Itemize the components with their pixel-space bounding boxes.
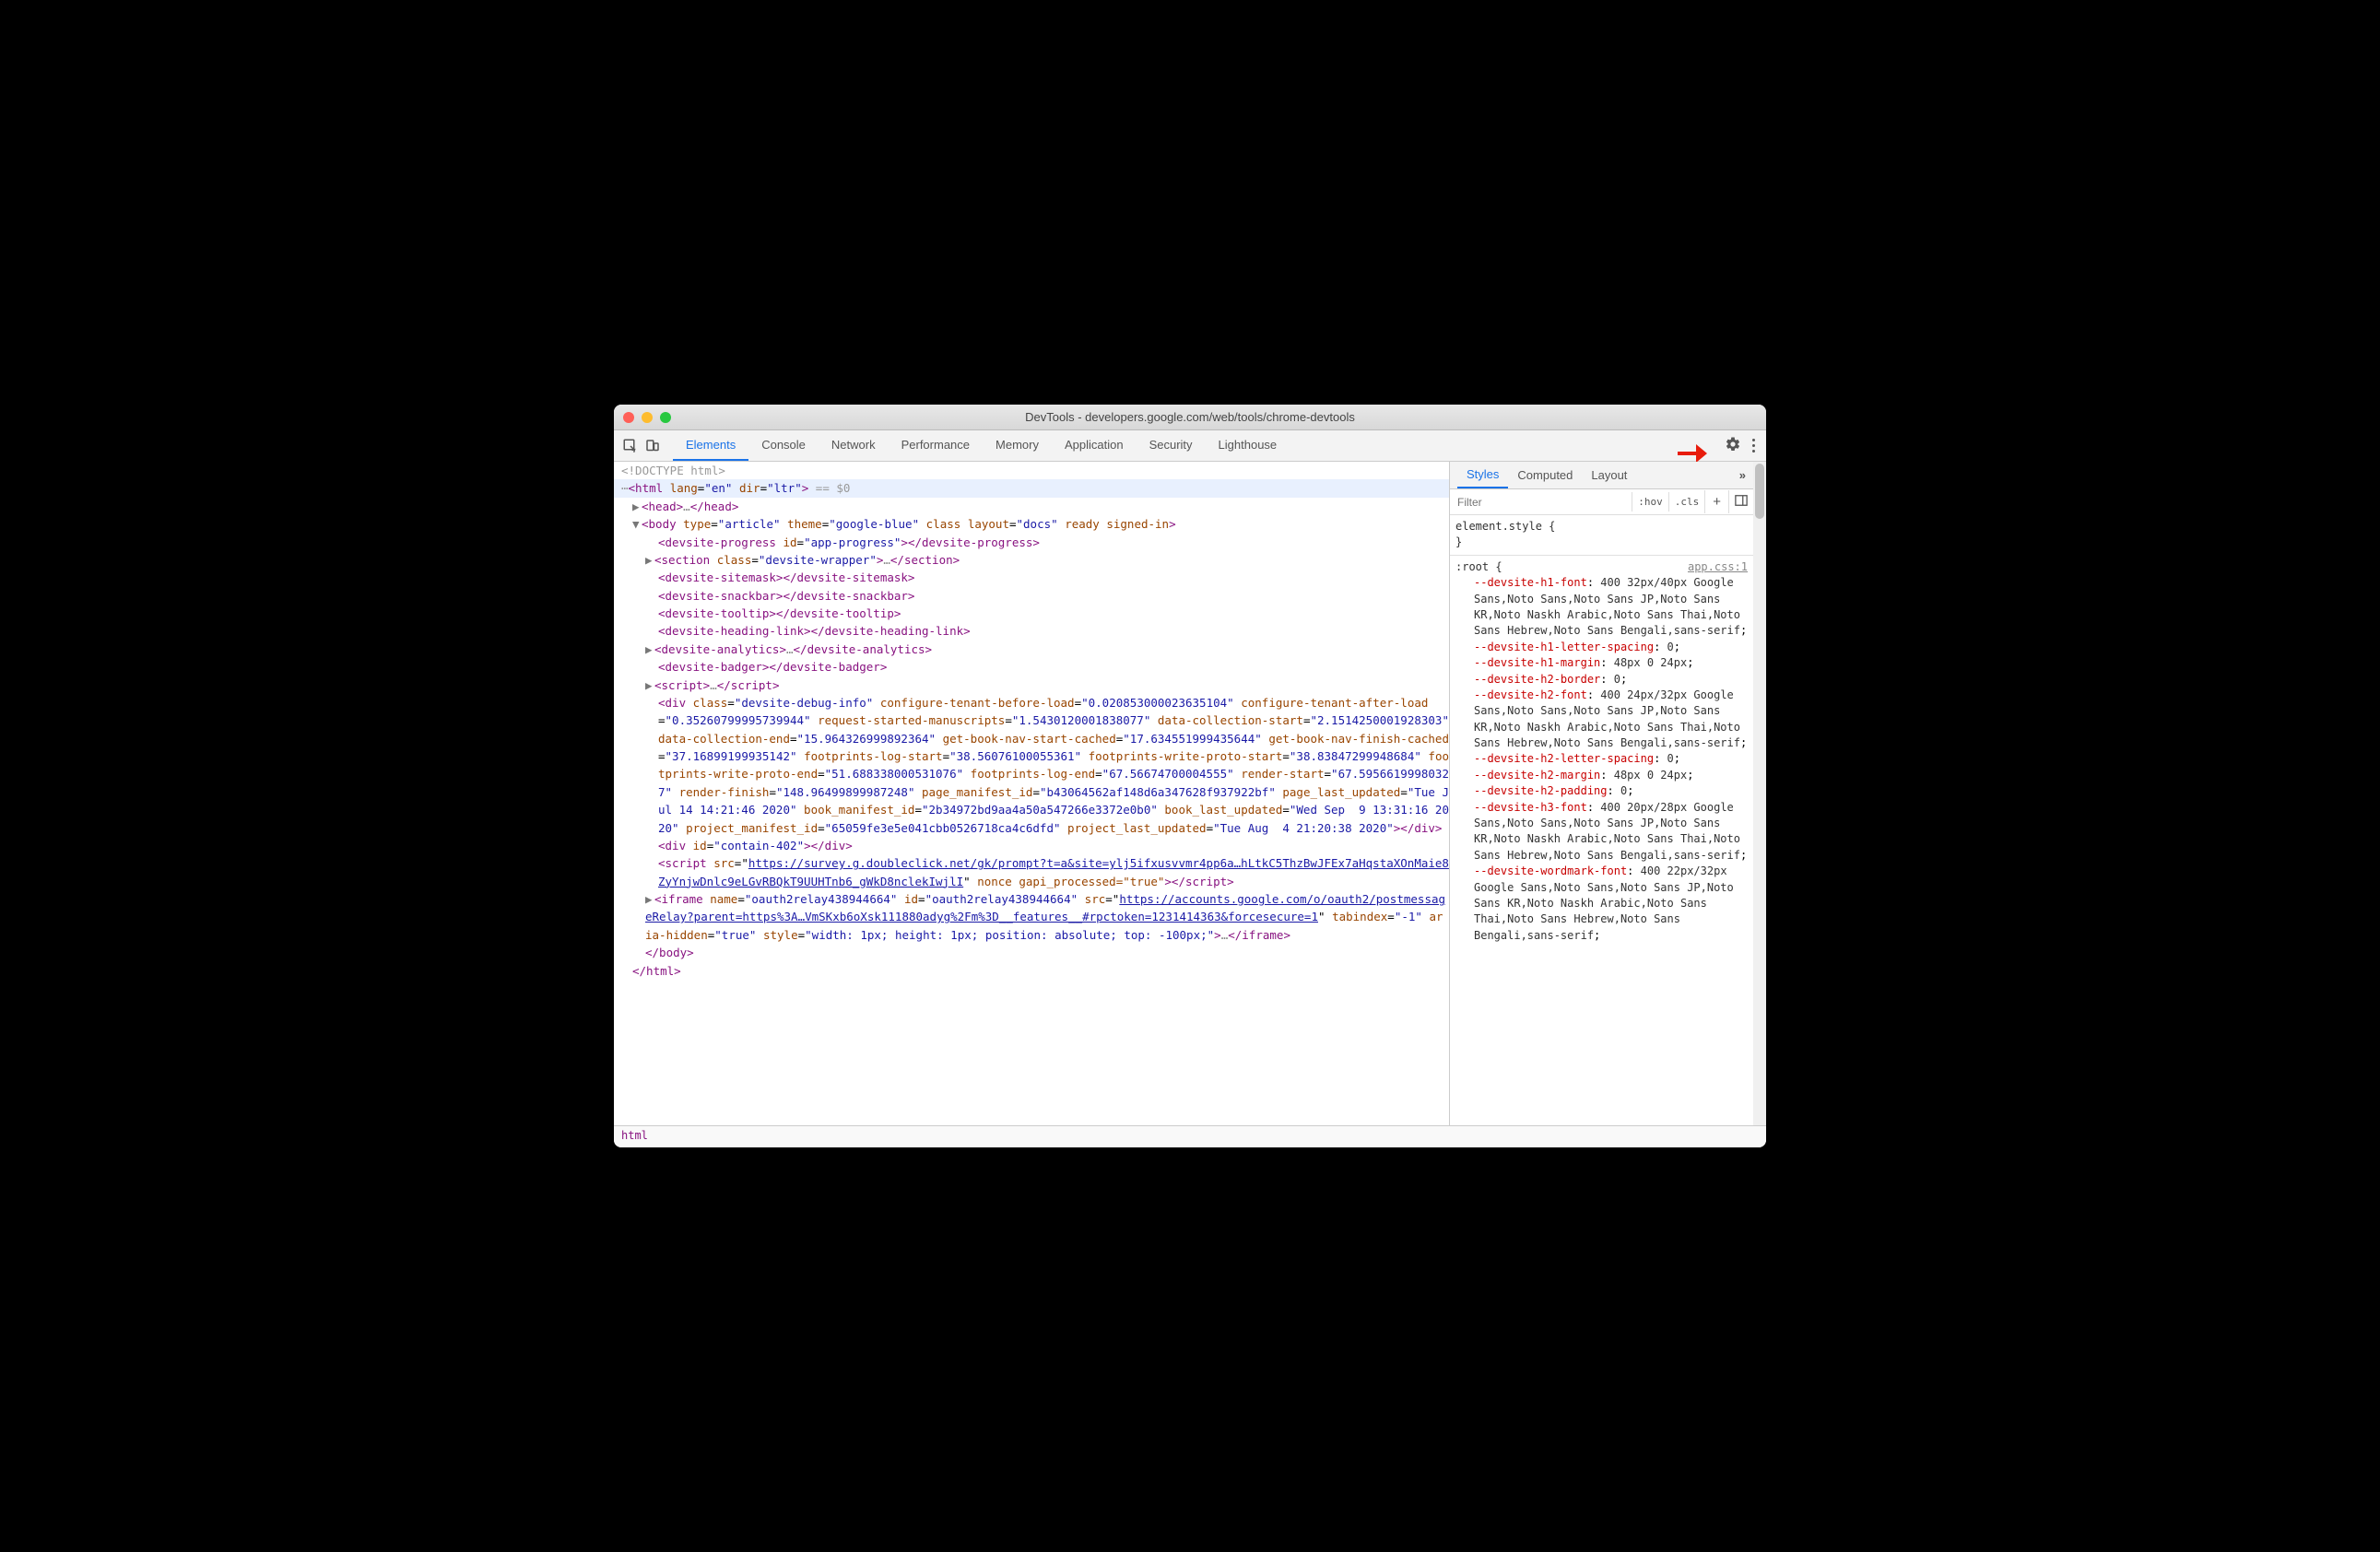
dom-doctype[interactable]: <!DOCTYPE html> xyxy=(614,462,1449,479)
dom-head-element[interactable]: ▶<head>…</head> xyxy=(614,498,1449,515)
tab-console[interactable]: Console xyxy=(748,430,819,461)
minimize-window-button[interactable] xyxy=(642,412,653,423)
dom-node[interactable]: <devsite-progress id="app-progress"></de… xyxy=(614,534,1449,551)
dom-node[interactable]: ▶<devsite-analytics>…</devsite-analytics… xyxy=(614,641,1449,658)
new-style-rule-button[interactable]: + xyxy=(1704,490,1728,513)
styles-content[interactable]: element.style { } app.css:1:root { --dev… xyxy=(1450,515,1753,1125)
window-title: DevTools - developers.google.com/web/too… xyxy=(614,410,1766,424)
css-declaration[interactable]: --devsite-h2-padding: 0; xyxy=(1455,783,1748,799)
styles-tab-layout[interactable]: Layout xyxy=(1582,463,1636,488)
css-declaration[interactable]: --devsite-h2-font: 400 24px/32px Google … xyxy=(1455,688,1748,752)
devtools-window: DevTools - developers.google.com/web/too… xyxy=(614,405,1766,1147)
cls-toggle[interactable]: .cls xyxy=(1668,492,1705,511)
css-declaration[interactable]: --devsite-h3-font: 400 20px/28px Google … xyxy=(1455,800,1748,864)
scrollbar[interactable] xyxy=(1753,462,1766,1125)
dom-html-element[interactable]: ⋯<html lang="en" dir="ltr"> == $0 xyxy=(614,479,1449,497)
dom-node[interactable]: <devsite-snackbar></devsite-snackbar> xyxy=(614,587,1449,605)
titlebar: DevTools - developers.google.com/web/too… xyxy=(614,405,1766,430)
dom-body-close[interactable]: </body> xyxy=(614,944,1449,961)
filter-row: :hov .cls + xyxy=(1450,489,1753,515)
styles-panel: Styles Computed Layout » :hov .cls + ele… xyxy=(1449,462,1753,1125)
dom-node[interactable]: ▶<section class="devsite-wrapper">…</sec… xyxy=(614,551,1449,569)
tab-memory[interactable]: Memory xyxy=(983,430,1052,461)
settings-button[interactable] xyxy=(1725,436,1741,455)
dom-node[interactable]: <div id="contain-402"></div> xyxy=(614,837,1449,854)
dom-tree-panel[interactable]: <!DOCTYPE html> ⋯<html lang="en" dir="lt… xyxy=(614,462,1449,1125)
css-declaration[interactable]: --devsite-h2-letter-spacing: 0; xyxy=(1455,751,1748,767)
dom-node[interactable]: <devsite-sitemask></devsite-sitemask> xyxy=(614,569,1449,586)
tab-application[interactable]: Application xyxy=(1052,430,1137,461)
main-content: <!DOCTYPE html> ⋯<html lang="en" dir="lt… xyxy=(614,462,1766,1125)
dom-node[interactable]: <devsite-heading-link></devsite-heading-… xyxy=(614,622,1449,640)
main-toolbar: Elements Console Network Performance Mem… xyxy=(614,430,1766,462)
styles-more-tabs[interactable]: » xyxy=(1739,468,1746,482)
dom-node[interactable]: <devsite-tooltip></devsite-tooltip> xyxy=(614,605,1449,622)
tab-performance[interactable]: Performance xyxy=(889,430,983,461)
css-declaration[interactable]: --devsite-h2-margin: 48px 0 24px; xyxy=(1455,768,1748,783)
computed-sidebar-toggle[interactable] xyxy=(1728,490,1753,513)
styles-filter-input[interactable] xyxy=(1450,492,1632,512)
tab-lighthouse[interactable]: Lighthouse xyxy=(1206,430,1290,461)
hov-toggle[interactable]: :hov xyxy=(1632,492,1668,511)
inspect-element-icon[interactable] xyxy=(621,437,640,455)
dom-html-close[interactable]: </html> xyxy=(614,962,1449,980)
tab-elements[interactable]: Elements xyxy=(673,430,748,461)
dom-body-element[interactable]: ▼<body type="article" theme="google-blue… xyxy=(614,515,1449,533)
panel-tabs: Elements Console Network Performance Mem… xyxy=(673,430,1290,461)
styles-tab-computed[interactable]: Computed xyxy=(1508,463,1582,488)
dom-survey-script[interactable]: <script src="https://survey.g.doubleclic… xyxy=(614,854,1449,890)
dom-node[interactable]: <devsite-badger></devsite-badger> xyxy=(614,658,1449,676)
close-window-button[interactable] xyxy=(623,412,634,423)
css-declaration[interactable]: --devsite-h1-font: 400 32px/40px Google … xyxy=(1455,575,1748,640)
dom-node[interactable]: ▶<script>…</script> xyxy=(614,676,1449,694)
styles-tab-styles[interactable]: Styles xyxy=(1457,462,1508,488)
css-declaration[interactable]: --devsite-wordmark-font: 400 22px/32px G… xyxy=(1455,864,1748,944)
dom-iframe[interactable]: ▶<iframe name="oauth2relay438944664" id=… xyxy=(614,890,1449,944)
zoom-window-button[interactable] xyxy=(660,412,671,423)
css-declaration[interactable]: --devsite-h1-margin: 48px 0 24px; xyxy=(1455,655,1748,671)
more-options-button[interactable] xyxy=(1749,435,1759,456)
tab-network[interactable]: Network xyxy=(819,430,889,461)
css-declaration[interactable]: --devsite-h2-border: 0; xyxy=(1455,672,1748,688)
css-declaration[interactable]: --devsite-h1-letter-spacing: 0; xyxy=(1455,640,1748,655)
device-toolbar-icon[interactable] xyxy=(643,437,662,455)
css-source-link[interactable]: app.css:1 xyxy=(1688,559,1748,575)
styles-tabs: Styles Computed Layout » xyxy=(1450,462,1753,489)
breadcrumb[interactable]: html xyxy=(614,1125,1766,1147)
scrollbar-thumb[interactable] xyxy=(1755,464,1764,519)
traffic-lights xyxy=(623,412,671,423)
tab-security[interactable]: Security xyxy=(1137,430,1206,461)
dom-debug-div[interactable]: <div class="devsite-debug-info" configur… xyxy=(614,694,1449,837)
